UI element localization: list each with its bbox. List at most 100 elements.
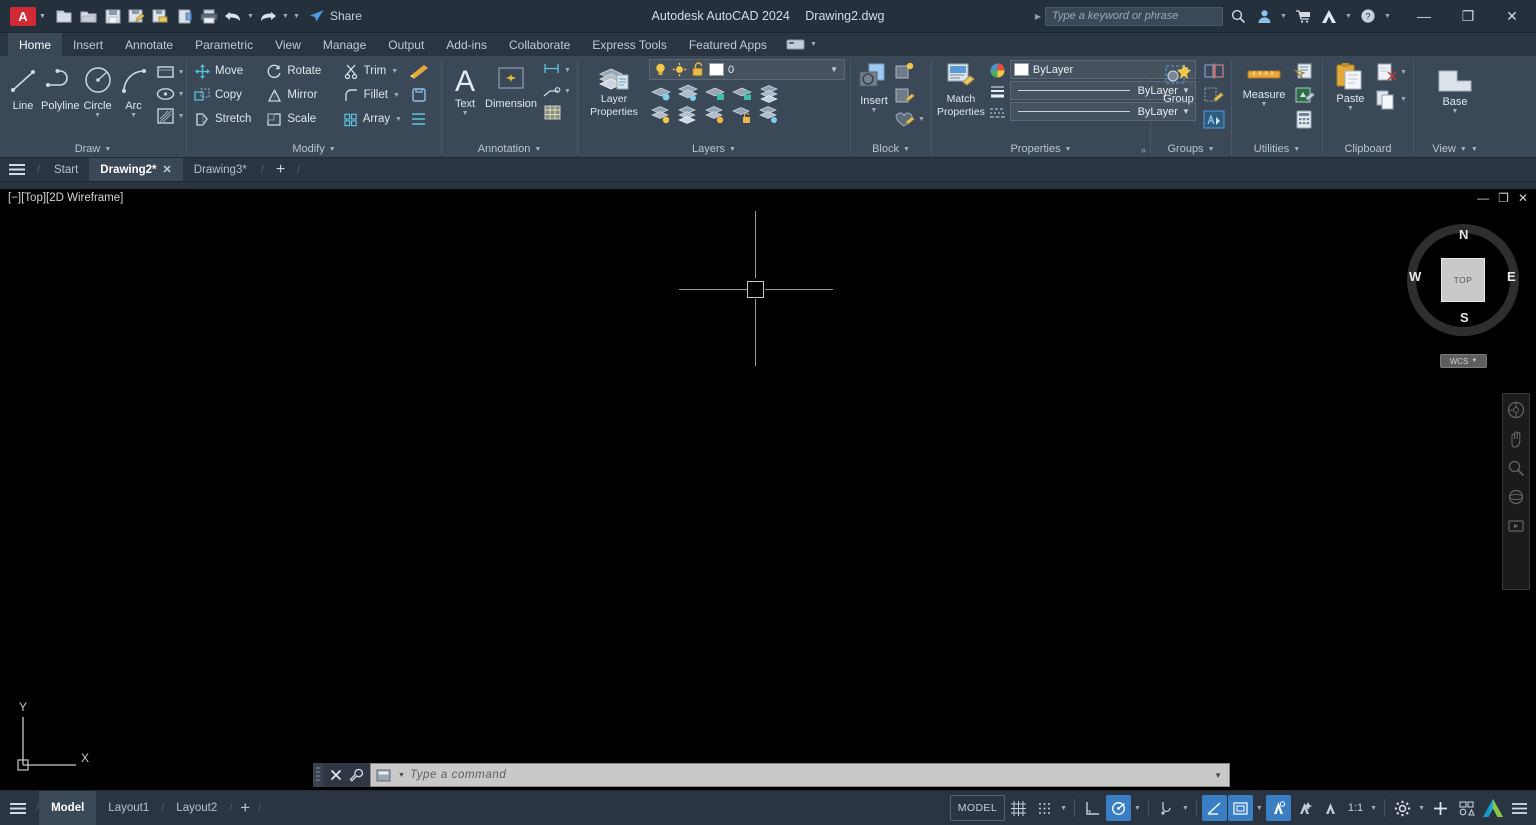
quick-select-button[interactable] — [1292, 59, 1316, 83]
arc-dropdown-caret-icon[interactable]: ▼ — [130, 112, 137, 119]
base-dropdown-caret-icon[interactable]: ▼ — [1452, 108, 1459, 115]
viewport-minimize-icon[interactable]: — — [1477, 191, 1489, 205]
ellipse-button[interactable]: ▼ — [154, 83, 186, 105]
dimension-style-button[interactable]: ▼ — [541, 60, 572, 81]
viewcube-west-label[interactable]: W — [1409, 269, 1421, 284]
tab-home[interactable]: Home — [8, 33, 63, 56]
measure-dropdown-caret-icon[interactable]: ▼ — [1261, 101, 1268, 108]
edit-block-caret-icon[interactable]: ▼ — [917, 116, 926, 123]
rotate-button[interactable]: Rotate — [264, 59, 340, 83]
viewcube-top-face[interactable]: TOP — [1441, 258, 1485, 302]
snap-mode-toggle[interactable] — [1032, 795, 1057, 821]
copy-clip-caret-icon[interactable]: ▼ — [1399, 96, 1408, 103]
calculator-button[interactable] — [1292, 107, 1316, 131]
file-tab-drawing2[interactable]: Drawing2* ✕ — [89, 158, 183, 181]
orbit-icon[interactable] — [1506, 487, 1526, 507]
command-scroll-caret-icon[interactable]: ▼ — [1214, 771, 1224, 780]
object-snap-tracking-toggle[interactable] — [1201, 795, 1227, 821]
annotation-scale-value[interactable]: 1:1 — [1344, 795, 1367, 821]
scale-button[interactable]: Scale — [264, 107, 340, 131]
steering-wheel-icon[interactable] — [1506, 400, 1526, 420]
point-style-button[interactable] — [1292, 83, 1316, 107]
cut-button[interactable]: ▼ — [1375, 59, 1408, 86]
save-disk-icon[interactable] — [102, 5, 124, 27]
panel-draw-title[interactable]: Draw ▼ — [0, 140, 186, 158]
line-button[interactable]: Line — [5, 60, 41, 112]
base-view-button[interactable]: Base ▼ — [1428, 64, 1482, 115]
close-icon[interactable]: ✕ — [163, 163, 172, 176]
match-properties-button[interactable]: Match Properties — [937, 59, 985, 118]
tab-manage[interactable]: Manage — [312, 33, 377, 56]
move-button[interactable]: Move — [192, 59, 264, 83]
group-button[interactable]: Group — [1156, 59, 1201, 105]
text-button[interactable]: A Text ▼ — [447, 60, 483, 117]
view-panel-caret-icon[interactable]: ▼ — [1460, 146, 1467, 153]
layer-color-swatch[interactable] — [709, 63, 724, 76]
open-folder-icon[interactable] — [78, 5, 100, 27]
view-panel-extra-caret-icon[interactable]: ▼ — [1471, 146, 1478, 153]
add-status-item-button[interactable] — [1428, 795, 1453, 821]
viewport-restore-icon[interactable]: ❐ — [1498, 191, 1509, 205]
maximize-button[interactable]: ❐ — [1446, 0, 1490, 32]
panel-utilities-title[interactable]: Utilities ▼ — [1232, 140, 1322, 158]
table-button[interactable] — [541, 102, 572, 123]
viewcube[interactable]: TOP N S W E — [1399, 216, 1529, 344]
help-icon[interactable]: ? — [1357, 5, 1379, 27]
viewport-label[interactable]: [−][Top][2D Wireframe] — [8, 192, 123, 204]
tab-annotate[interactable]: Annotate — [114, 33, 184, 56]
drawing-area[interactable]: [−][Top][2D Wireframe] — ❐ ✕ Y X — [0, 189, 1536, 790]
layout-tab-layout2[interactable]: Layout2 — [164, 791, 229, 825]
export-icon[interactable] — [150, 5, 172, 27]
circle-dropdown-caret-icon[interactable]: ▼ — [94, 112, 101, 119]
command-line-grip[interactable] — [313, 763, 323, 787]
panel-layers-title[interactable]: Layers ▼ — [578, 140, 850, 158]
offset-button[interactable] — [407, 107, 436, 131]
ribbon-keyboard-shortcut-icon[interactable]: ▼ — [778, 33, 826, 56]
polyline-button[interactable]: Polyline — [41, 60, 80, 112]
polar-tracking-toggle[interactable] — [1106, 795, 1132, 821]
customization-menu-button[interactable] — [1507, 795, 1532, 821]
autodesk-store-cart-icon[interactable] — [1292, 5, 1314, 27]
help-caret-icon[interactable]: ▼ — [1383, 13, 1392, 20]
file-tab-drawing3[interactable]: Drawing3* — [183, 158, 258, 181]
search-icon[interactable] — [1227, 5, 1249, 27]
redo-arrow-icon[interactable] — [257, 5, 279, 27]
command-input[interactable]: ▼ Type a command ▼ — [370, 763, 1230, 787]
new-file-icon[interactable] — [54, 5, 76, 27]
search-expand-caret-icon[interactable]: ▶ — [1035, 12, 1041, 21]
mirror-button[interactable]: Mirror — [264, 83, 340, 107]
search-input[interactable]: Type a keyword or phrase — [1045, 6, 1223, 26]
isolate-objects-button[interactable] — [1454, 795, 1479, 821]
layout-tab-model[interactable]: Model — [39, 790, 97, 825]
new-tab-button[interactable]: + — [267, 158, 294, 181]
command-line[interactable]: ▼ Type a command ▼ — [313, 763, 1230, 787]
zoom-extents-icon[interactable] — [1506, 458, 1526, 478]
snap-caret-icon[interactable]: ▼ — [1058, 805, 1069, 812]
command-history-caret-icon[interactable]: ▼ — [398, 772, 405, 779]
autoscale-toggle[interactable] — [1292, 795, 1317, 821]
dynamic-ucs-toggle[interactable] — [1227, 795, 1253, 821]
application-menu-button[interactable]: A — [10, 6, 36, 26]
autodesk-a-icon[interactable] — [1318, 5, 1340, 27]
model-space-toggle[interactable]: MODEL — [949, 795, 1006, 821]
viewport-close-icon[interactable]: ✕ — [1518, 191, 1528, 205]
layout-tab-layout1[interactable]: Layout1 — [96, 791, 161, 825]
rectangle-caret-icon[interactable]: ▼ — [177, 69, 186, 76]
text-dropdown-caret-icon[interactable]: ▼ — [462, 110, 469, 117]
object-snap-toggle[interactable] — [1154, 795, 1179, 821]
edit-attribute-button[interactable] — [893, 83, 926, 107]
arc-button[interactable]: Arc ▼ — [116, 60, 152, 119]
annotation-scale-person-toggle[interactable] — [1318, 795, 1343, 821]
erase-button[interactable] — [407, 83, 436, 107]
tab-output[interactable]: Output — [377, 33, 435, 56]
polar-caret-icon[interactable]: ▼ — [1132, 805, 1143, 812]
undo-arrow-icon[interactable] — [222, 5, 244, 27]
circle-button[interactable]: Circle ▼ — [80, 60, 116, 119]
cut-caret-icon[interactable]: ▼ — [1399, 69, 1408, 76]
annotation-panel-caret-icon[interactable]: ▼ — [534, 146, 541, 153]
dim-style-caret-icon[interactable]: ▼ — [563, 67, 572, 74]
layers-panel-caret-icon[interactable]: ▼ — [729, 146, 736, 153]
autodesk-a-icon[interactable] — [1480, 796, 1506, 820]
tab-add-ins[interactable]: Add-ins — [435, 33, 498, 56]
file-tab-start[interactable]: Start — [43, 158, 89, 181]
